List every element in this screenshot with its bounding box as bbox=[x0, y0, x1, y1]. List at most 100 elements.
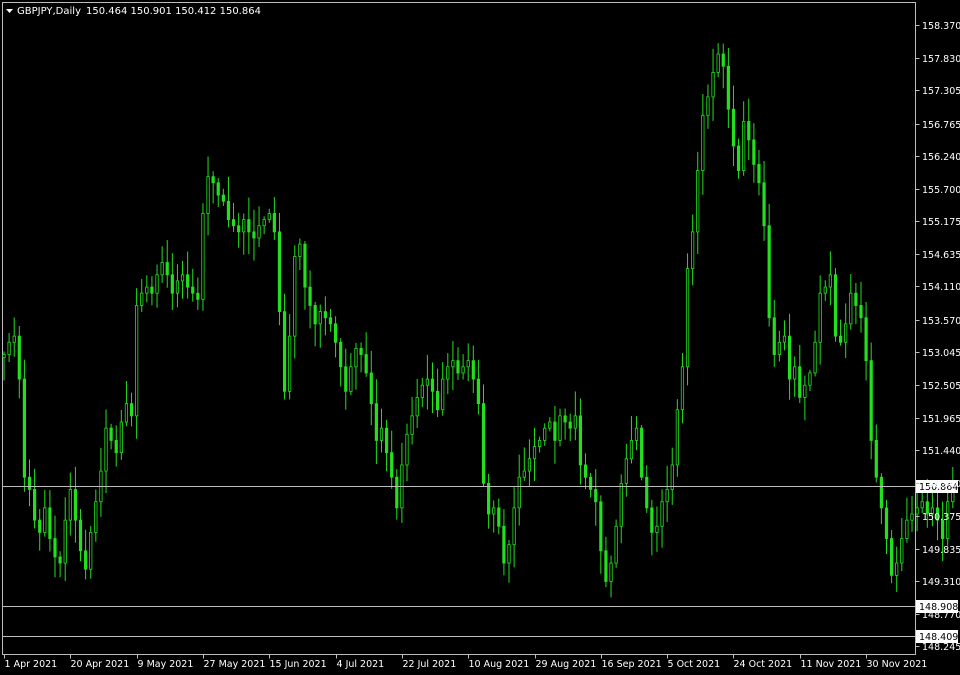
price-chart[interactable]: 150.864148.908148.409 158.370157.830157.… bbox=[0, 0, 960, 675]
candle-body bbox=[262, 219, 266, 227]
candle-body bbox=[272, 213, 276, 233]
y-tick-label: 156.765 bbox=[922, 120, 960, 131]
candle-body bbox=[736, 145, 741, 171]
y-tick-label: 151.965 bbox=[922, 414, 960, 425]
candle-body bbox=[716, 53, 720, 73]
candle-body bbox=[68, 489, 72, 521]
candle-body bbox=[354, 347, 358, 368]
candle-body bbox=[874, 439, 878, 478]
x-tick-label: 22 Jul 2021 bbox=[403, 659, 457, 670]
candle-body bbox=[609, 562, 613, 582]
candle-body bbox=[374, 403, 378, 441]
symbol-label: GBPJPY,Daily bbox=[17, 6, 81, 17]
candle-body bbox=[58, 556, 62, 564]
candle-body bbox=[543, 427, 547, 441]
candle-body bbox=[109, 427, 113, 441]
candle-body bbox=[889, 538, 894, 576]
candle-body bbox=[257, 225, 261, 239]
candle-body bbox=[742, 121, 746, 171]
x-tick-label: 9 May 2021 bbox=[138, 659, 194, 670]
x-tick-label: 10 Aug 2021 bbox=[469, 659, 530, 670]
candle-body bbox=[313, 305, 317, 325]
x-tick-label: 1 Apr 2021 bbox=[5, 659, 58, 670]
x-tick-label: 4 Jul 2021 bbox=[337, 659, 385, 670]
candle-body bbox=[53, 538, 57, 558]
candle-body bbox=[640, 427, 644, 478]
candle-body bbox=[691, 231, 695, 270]
candle-body bbox=[711, 72, 715, 98]
candle-body bbox=[507, 544, 511, 564]
candle-body bbox=[160, 262, 164, 276]
candle-body bbox=[119, 421, 123, 454]
candle-body bbox=[84, 550, 88, 570]
candle-body bbox=[369, 372, 373, 404]
candle-body bbox=[379, 427, 384, 441]
x-tick-label: 11 Nov 2021 bbox=[801, 659, 862, 670]
candle-body bbox=[522, 470, 526, 478]
candle-body bbox=[655, 525, 659, 533]
candle-body bbox=[920, 501, 924, 509]
y-tick-label: 158.370 bbox=[922, 21, 960, 32]
candle-body bbox=[364, 354, 368, 374]
candle-body bbox=[905, 519, 909, 539]
candle-body bbox=[344, 366, 348, 392]
y-tick-label: 148.770 bbox=[922, 610, 960, 621]
candle-body bbox=[17, 335, 21, 380]
y-tick-label: 156.240 bbox=[922, 152, 960, 163]
candle-body bbox=[548, 421, 552, 429]
candle-body bbox=[701, 114, 705, 171]
candle-body bbox=[726, 65, 730, 110]
candle-body bbox=[895, 562, 899, 576]
candle-body bbox=[430, 378, 435, 392]
y-tick-label: 155.700 bbox=[922, 185, 960, 196]
candle-body bbox=[293, 255, 297, 337]
candle-body bbox=[752, 139, 756, 165]
candle-body bbox=[512, 507, 516, 546]
candle-body bbox=[191, 286, 195, 294]
candle-body bbox=[900, 538, 904, 564]
candle-body bbox=[823, 286, 827, 294]
y-tick-label: 149.310 bbox=[922, 577, 960, 588]
candle-body bbox=[420, 384, 424, 398]
candle-body bbox=[568, 421, 572, 429]
candle-body bbox=[252, 231, 256, 239]
candle-body bbox=[589, 476, 593, 490]
candle-body bbox=[140, 292, 144, 306]
candle-body bbox=[879, 476, 883, 509]
candle-body bbox=[502, 525, 506, 564]
candle-body bbox=[497, 507, 501, 527]
candle-body bbox=[206, 176, 210, 214]
candle-body bbox=[323, 311, 327, 319]
candle-body bbox=[145, 286, 149, 294]
candle-body bbox=[221, 194, 225, 202]
candle-body bbox=[757, 163, 761, 184]
chart-header[interactable]: GBPJPY,Daily 150.464 150.901 150.412 150… bbox=[6, 6, 261, 17]
candle-body bbox=[349, 366, 353, 392]
candle-body bbox=[696, 170, 700, 233]
candle-body bbox=[237, 225, 241, 233]
y-tick-label: 150.900 bbox=[922, 479, 960, 490]
candle-body bbox=[849, 292, 853, 325]
y-tick-label: 155.175 bbox=[922, 217, 960, 228]
candle-body bbox=[583, 464, 588, 478]
candle-body bbox=[231, 219, 236, 227]
candle-body bbox=[466, 360, 470, 368]
candle-body bbox=[803, 384, 807, 398]
candle-body bbox=[629, 439, 634, 460]
candle-body bbox=[476, 378, 481, 405]
candle-body bbox=[94, 501, 98, 533]
x-tick-label: 15 Jun 2021 bbox=[270, 659, 327, 670]
y-tick-label: 152.505 bbox=[922, 381, 960, 392]
candle-body bbox=[787, 335, 792, 380]
candle-body bbox=[706, 96, 710, 116]
candle-body bbox=[410, 415, 414, 435]
candle-body bbox=[89, 532, 93, 570]
candle-body bbox=[170, 274, 174, 294]
x-tick-label: 29 Aug 2021 bbox=[536, 659, 597, 670]
candle-body bbox=[813, 341, 817, 374]
candle-body bbox=[282, 311, 287, 392]
candle-body bbox=[777, 341, 781, 355]
candle-body bbox=[175, 280, 180, 294]
candle-body bbox=[425, 378, 429, 386]
candle-body bbox=[303, 243, 307, 288]
